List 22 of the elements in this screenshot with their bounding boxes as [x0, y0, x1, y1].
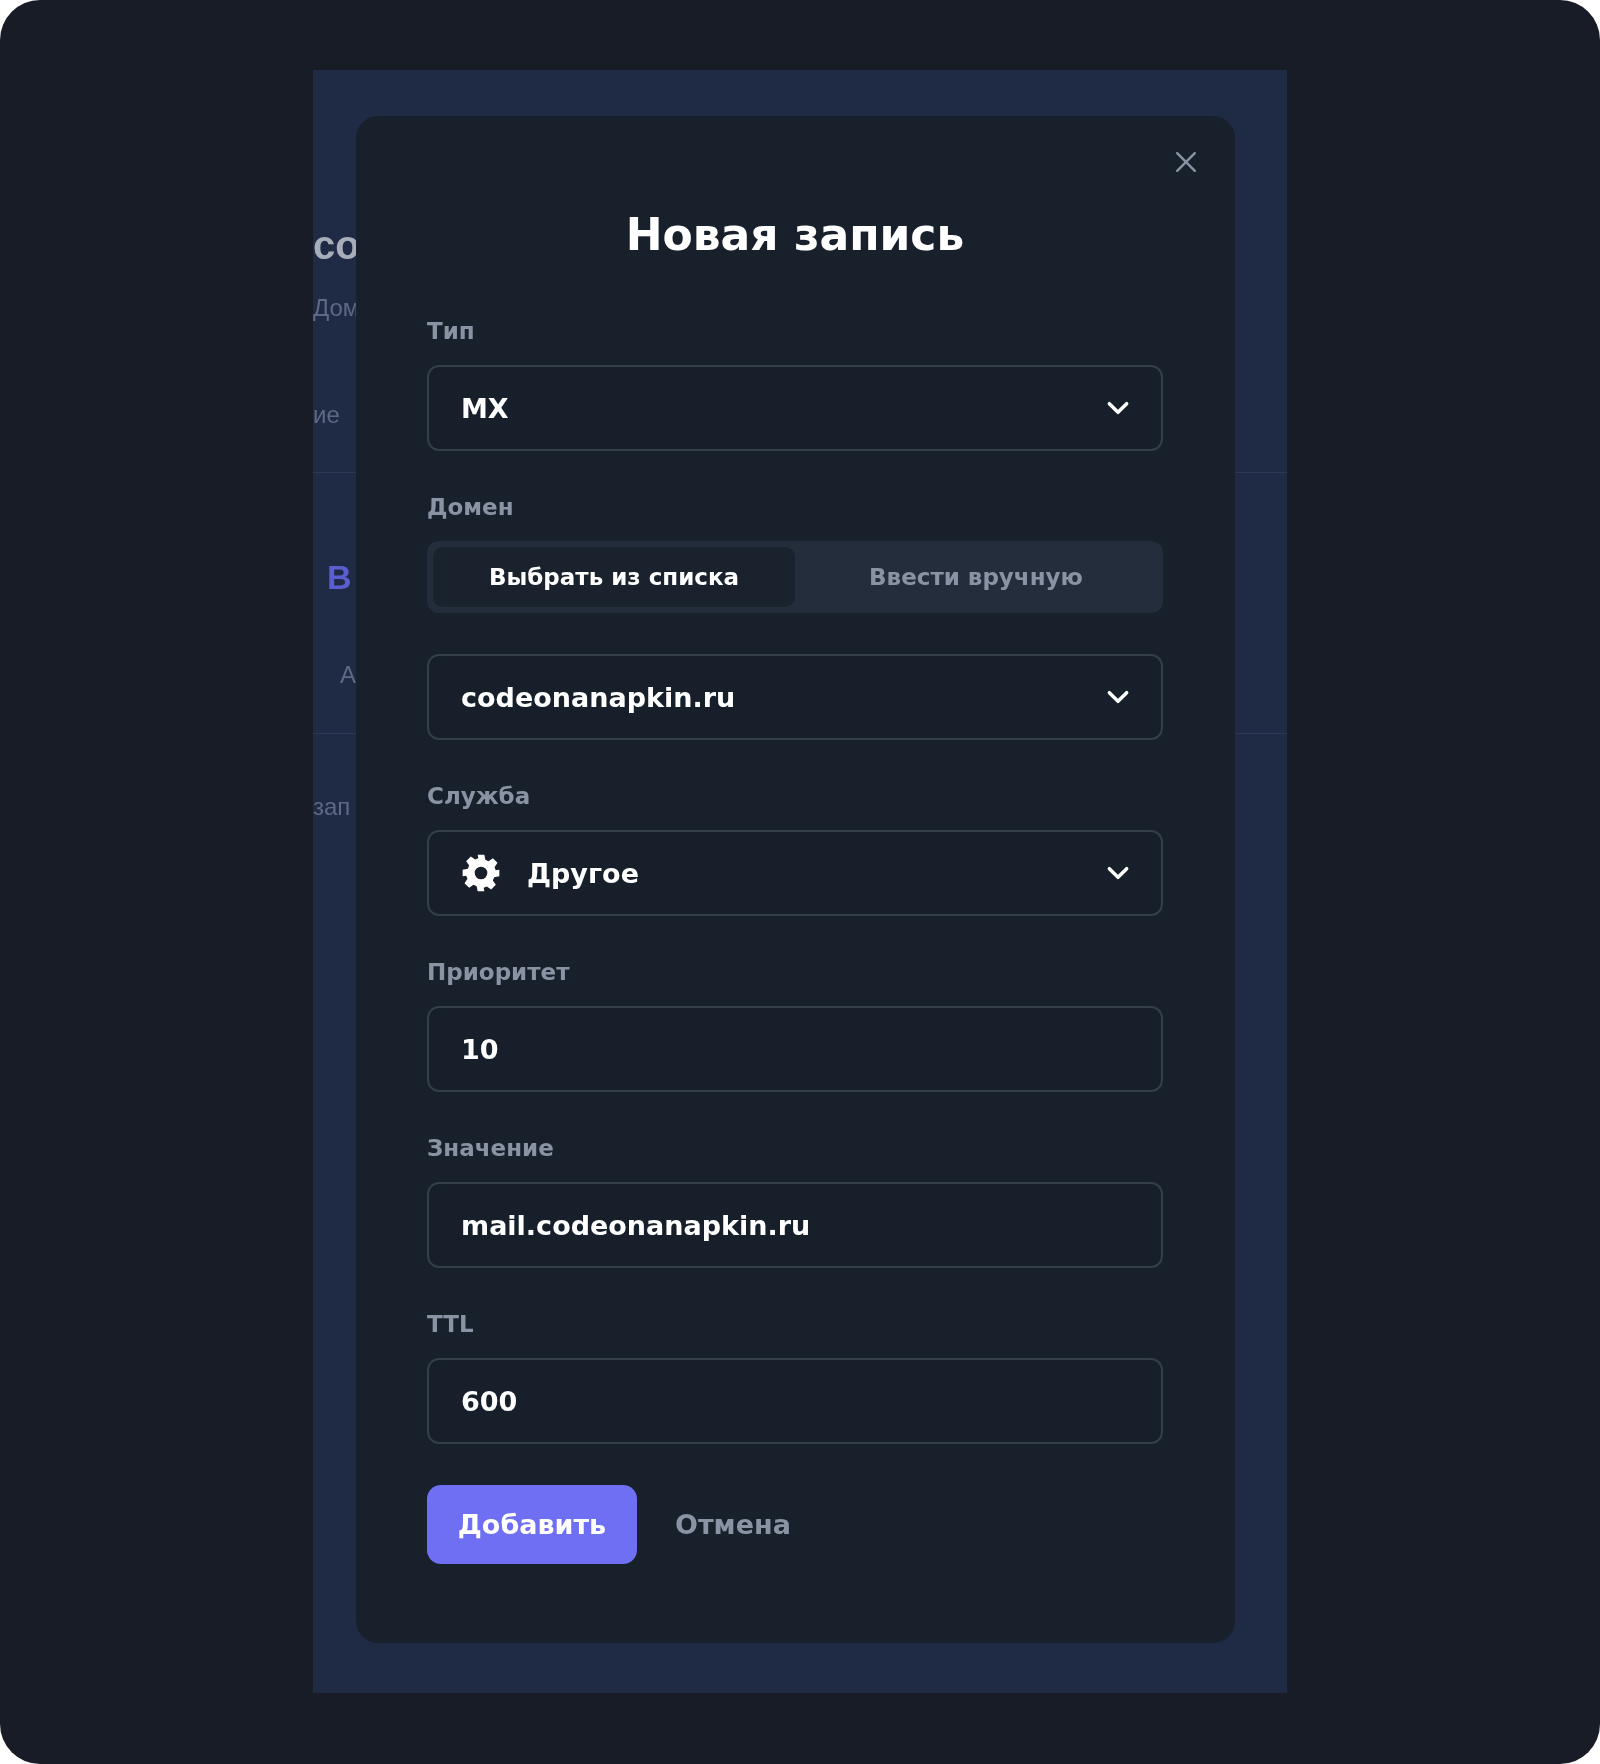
select-field[interactable]: codeonanapkin.ru [427, 654, 1163, 740]
select-field[interactable]: MX [427, 365, 1163, 451]
gear-icon [461, 853, 501, 893]
input-field[interactable]: 10 [427, 1006, 1163, 1092]
select-field[interactable]: Другое [427, 830, 1163, 916]
field-label: TTL [427, 1310, 474, 1338]
segment-tab[interactable]: Выбрать из списка [433, 547, 795, 607]
input-field[interactable]: 600 [427, 1358, 1163, 1444]
segment-tab[interactable]: Ввести вручную [795, 547, 1157, 607]
page-text: ие [313, 400, 340, 430]
field-label: Приоритет [427, 958, 570, 986]
field-label: Домен [427, 493, 514, 521]
page-text: зап [313, 792, 351, 822]
cancel-button[interactable]: Отмена [675, 1509, 791, 1540]
dialog-title: Новая запись [624, 208, 966, 262]
page-heading: со [313, 223, 360, 267]
close-icon [1175, 151, 1197, 173]
field-label: Тип [427, 317, 475, 345]
add-button[interactable]: Добавить [427, 1485, 637, 1564]
field-label: Служба [427, 782, 531, 810]
input-field[interactable]: mail.codeonanapkin.ru [427, 1182, 1163, 1268]
field-label: Значение [427, 1134, 554, 1162]
